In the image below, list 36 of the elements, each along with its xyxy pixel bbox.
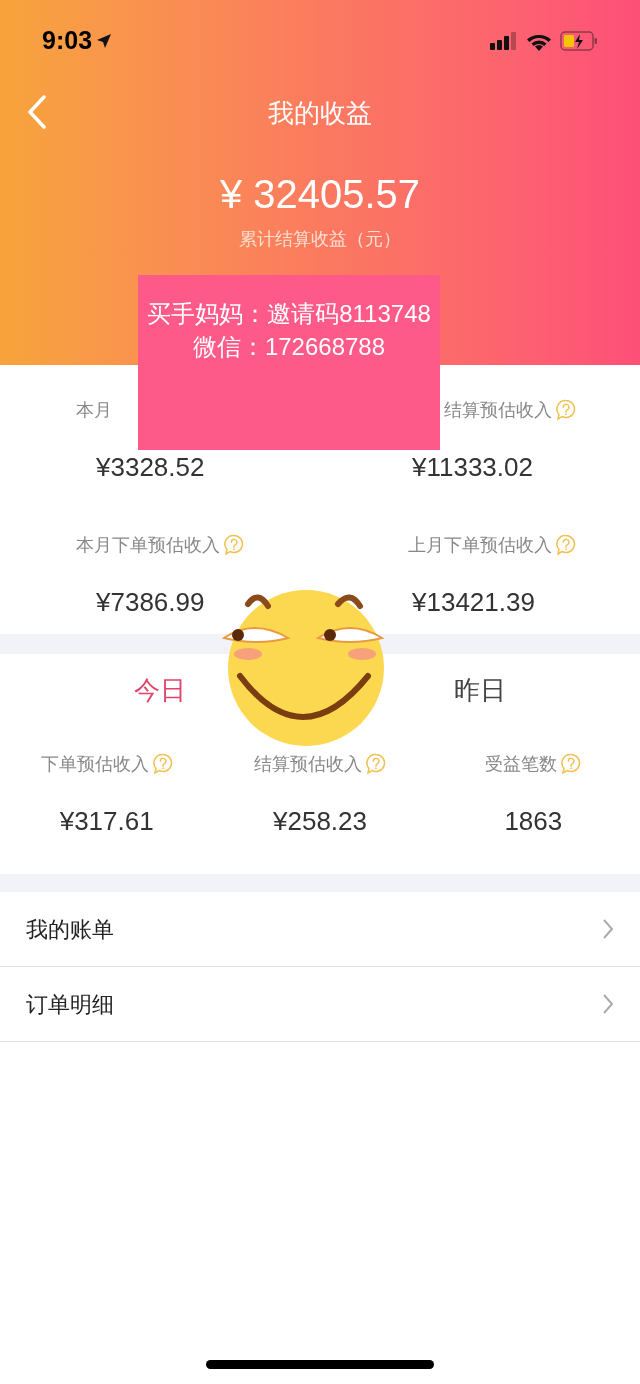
help-icon[interactable] bbox=[366, 753, 386, 775]
stat-value: ¥317.61 bbox=[59, 806, 154, 836]
stat-label: 结算预估收入 bbox=[444, 398, 552, 422]
chevron-right-icon bbox=[602, 993, 614, 1015]
total-amount: ¥ 32405.57 bbox=[219, 171, 421, 218]
location-arrow-icon bbox=[96, 33, 113, 49]
stat-label: 受益笔数 bbox=[485, 752, 558, 776]
page-title: 我的收益 bbox=[268, 96, 372, 130]
stat-label: 本月 bbox=[76, 398, 112, 422]
help-icon[interactable] bbox=[561, 753, 582, 775]
overlay-text: 微信：172668788 bbox=[192, 332, 386, 362]
stat-value: 1863 bbox=[504, 806, 563, 836]
battery-charging-icon bbox=[560, 31, 598, 51]
stat-value: ¥13421.39 bbox=[411, 587, 536, 617]
overlay-text: 买手妈妈：邀请码8113748 bbox=[147, 299, 431, 329]
signal-icon bbox=[490, 32, 518, 50]
stat-value: ¥258.23 bbox=[273, 806, 367, 836]
stat-label: 结算预估收入 bbox=[254, 752, 362, 776]
help-icon[interactable] bbox=[556, 534, 576, 556]
stat-label: 下单预估收入 bbox=[40, 752, 149, 776]
stat-value: ¥7386.99 bbox=[95, 587, 206, 617]
stat-label: 本月下单预估收入 bbox=[76, 533, 220, 557]
help-icon[interactable] bbox=[152, 753, 173, 775]
total-caption: 累计结算收益（元） bbox=[239, 228, 401, 251]
help-icon[interactable] bbox=[556, 399, 576, 421]
back-icon[interactable] bbox=[27, 95, 47, 129]
chevron-right-icon bbox=[602, 918, 614, 940]
help-icon[interactable] bbox=[224, 534, 244, 556]
day-tab[interactable]: 昨日 bbox=[450, 670, 510, 710]
menu-row[interactable]: 我的账单 bbox=[0, 892, 640, 967]
menu-row[interactable]: 订单明细 bbox=[0, 967, 640, 1042]
stat-label: 上月下单预估收入 bbox=[408, 533, 552, 557]
stat-value: ¥11333.02 bbox=[411, 452, 534, 482]
day-tab[interactable]: 今日 bbox=[130, 670, 190, 710]
stat-value: ¥3328.52 bbox=[95, 452, 206, 482]
status-time: 9:03 bbox=[42, 25, 93, 57]
